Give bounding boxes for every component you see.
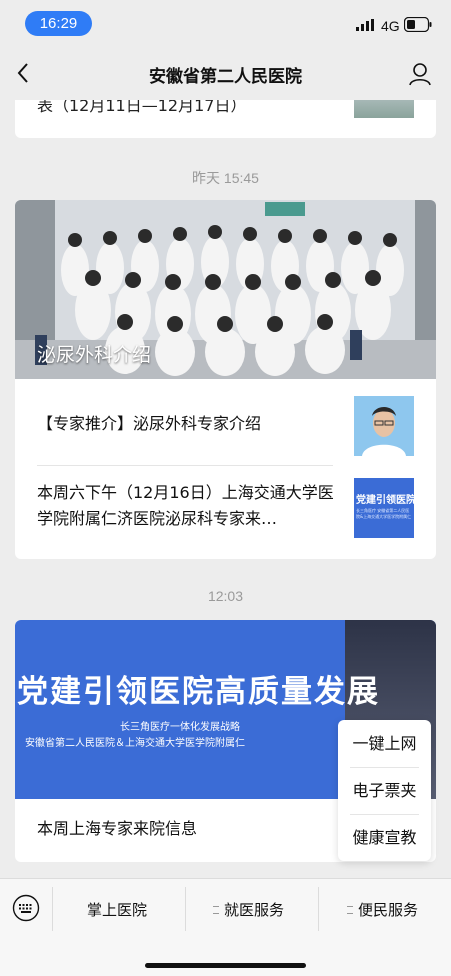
status-time: 16:29 (25, 11, 92, 36)
list-item[interactable]: 本周六下午（12月16日）上海交通大学医学院附属仁济医院泌尿科专家来… 党建引领… (15, 466, 436, 559)
article-thumbnail: 党建引领医院 长三角医疗 安徽省第二人民医院&上海交通大学医学院附属仁 (354, 478, 414, 538)
menu-tab-label: 便民服务 (358, 901, 419, 919)
timestamp: 昨天 15:45 (192, 170, 259, 186)
home-indicator (145, 963, 306, 968)
menu-lines-icon (347, 905, 353, 914)
status-bar: 16:29 4G (0, 0, 451, 46)
banner-subtitle: 长三角医疗一体化发展战略 (120, 722, 240, 733)
menu-tab-label: 就医服务 (224, 901, 285, 919)
doctor-portrait-thumbnail (354, 396, 414, 456)
menu-item[interactable]: 一键上网 (338, 720, 431, 767)
article-card-partial[interactable]: 表（12月11日—12月17日） (15, 100, 436, 138)
timestamp: 12:03 (207, 588, 244, 604)
banner-subtitle: 安徽省第二人民医院＆上海交通大学医学院附属仁 (25, 738, 245, 749)
article-card-group[interactable]: 泌尿外科介绍 【专家推介】泌尿外科专家介绍 本周六下午（12月16日）上海交通大… (15, 200, 436, 559)
menu-lines-icon (213, 905, 219, 914)
menu-item[interactable]: 健康宣教 (338, 814, 431, 861)
signal-icon (356, 19, 374, 31)
bottom-menu-bar: 掌上医院 就医服务 便民服务 (0, 878, 451, 976)
nav-bar: 安徽省第二人民医院 (0, 46, 451, 100)
network-label: 4G (381, 18, 400, 34)
menu-tab-convenience-services[interactable]: 便民服务 (347, 899, 418, 920)
menu-tab-handheld-hospital[interactable]: 掌上医院 (87, 899, 147, 920)
hero-title: 泌尿外科介绍 (37, 344, 152, 366)
keyboard-icon[interactable] (12, 894, 40, 922)
thumbnail-title: 党建引领医院 (356, 495, 414, 506)
list-item[interactable]: 【专家推介】泌尿外科专家介绍 (15, 379, 436, 469)
divider (185, 887, 186, 931)
thumbnail-subtext: 长三角医疗 安徽省第二人民医院&上海交通大学医学院附属仁 (356, 508, 412, 519)
article-title: 【专家推介】泌尿外科专家介绍 (37, 414, 262, 433)
article-title: 本周上海专家来院信息 (37, 819, 198, 838)
divider (52, 887, 53, 931)
article-title: 本周六下午（12月16日）上海交通大学医学院附属仁济医院泌尿科专家来… (37, 483, 334, 528)
battery-icon (404, 17, 432, 32)
menu-tab-medical-services[interactable]: 就医服务 (213, 899, 284, 920)
article-thumbnail (354, 100, 414, 118)
article-title: 表（12月11日—12月17日） (37, 100, 247, 115)
menu-tab-label: 掌上医院 (87, 901, 148, 919)
divider (318, 887, 319, 931)
page-title: 安徽省第二人民医院 (149, 67, 302, 87)
profile-icon[interactable] (408, 62, 432, 86)
banner-title: 党建引领医院高质量发展 (17, 674, 380, 710)
submenu-popup: 一键上网 电子票夹 健康宣教 (338, 720, 431, 861)
hero-article[interactable]: 泌尿外科介绍 (15, 200, 436, 379)
menu-item[interactable]: 电子票夹 (338, 767, 431, 814)
